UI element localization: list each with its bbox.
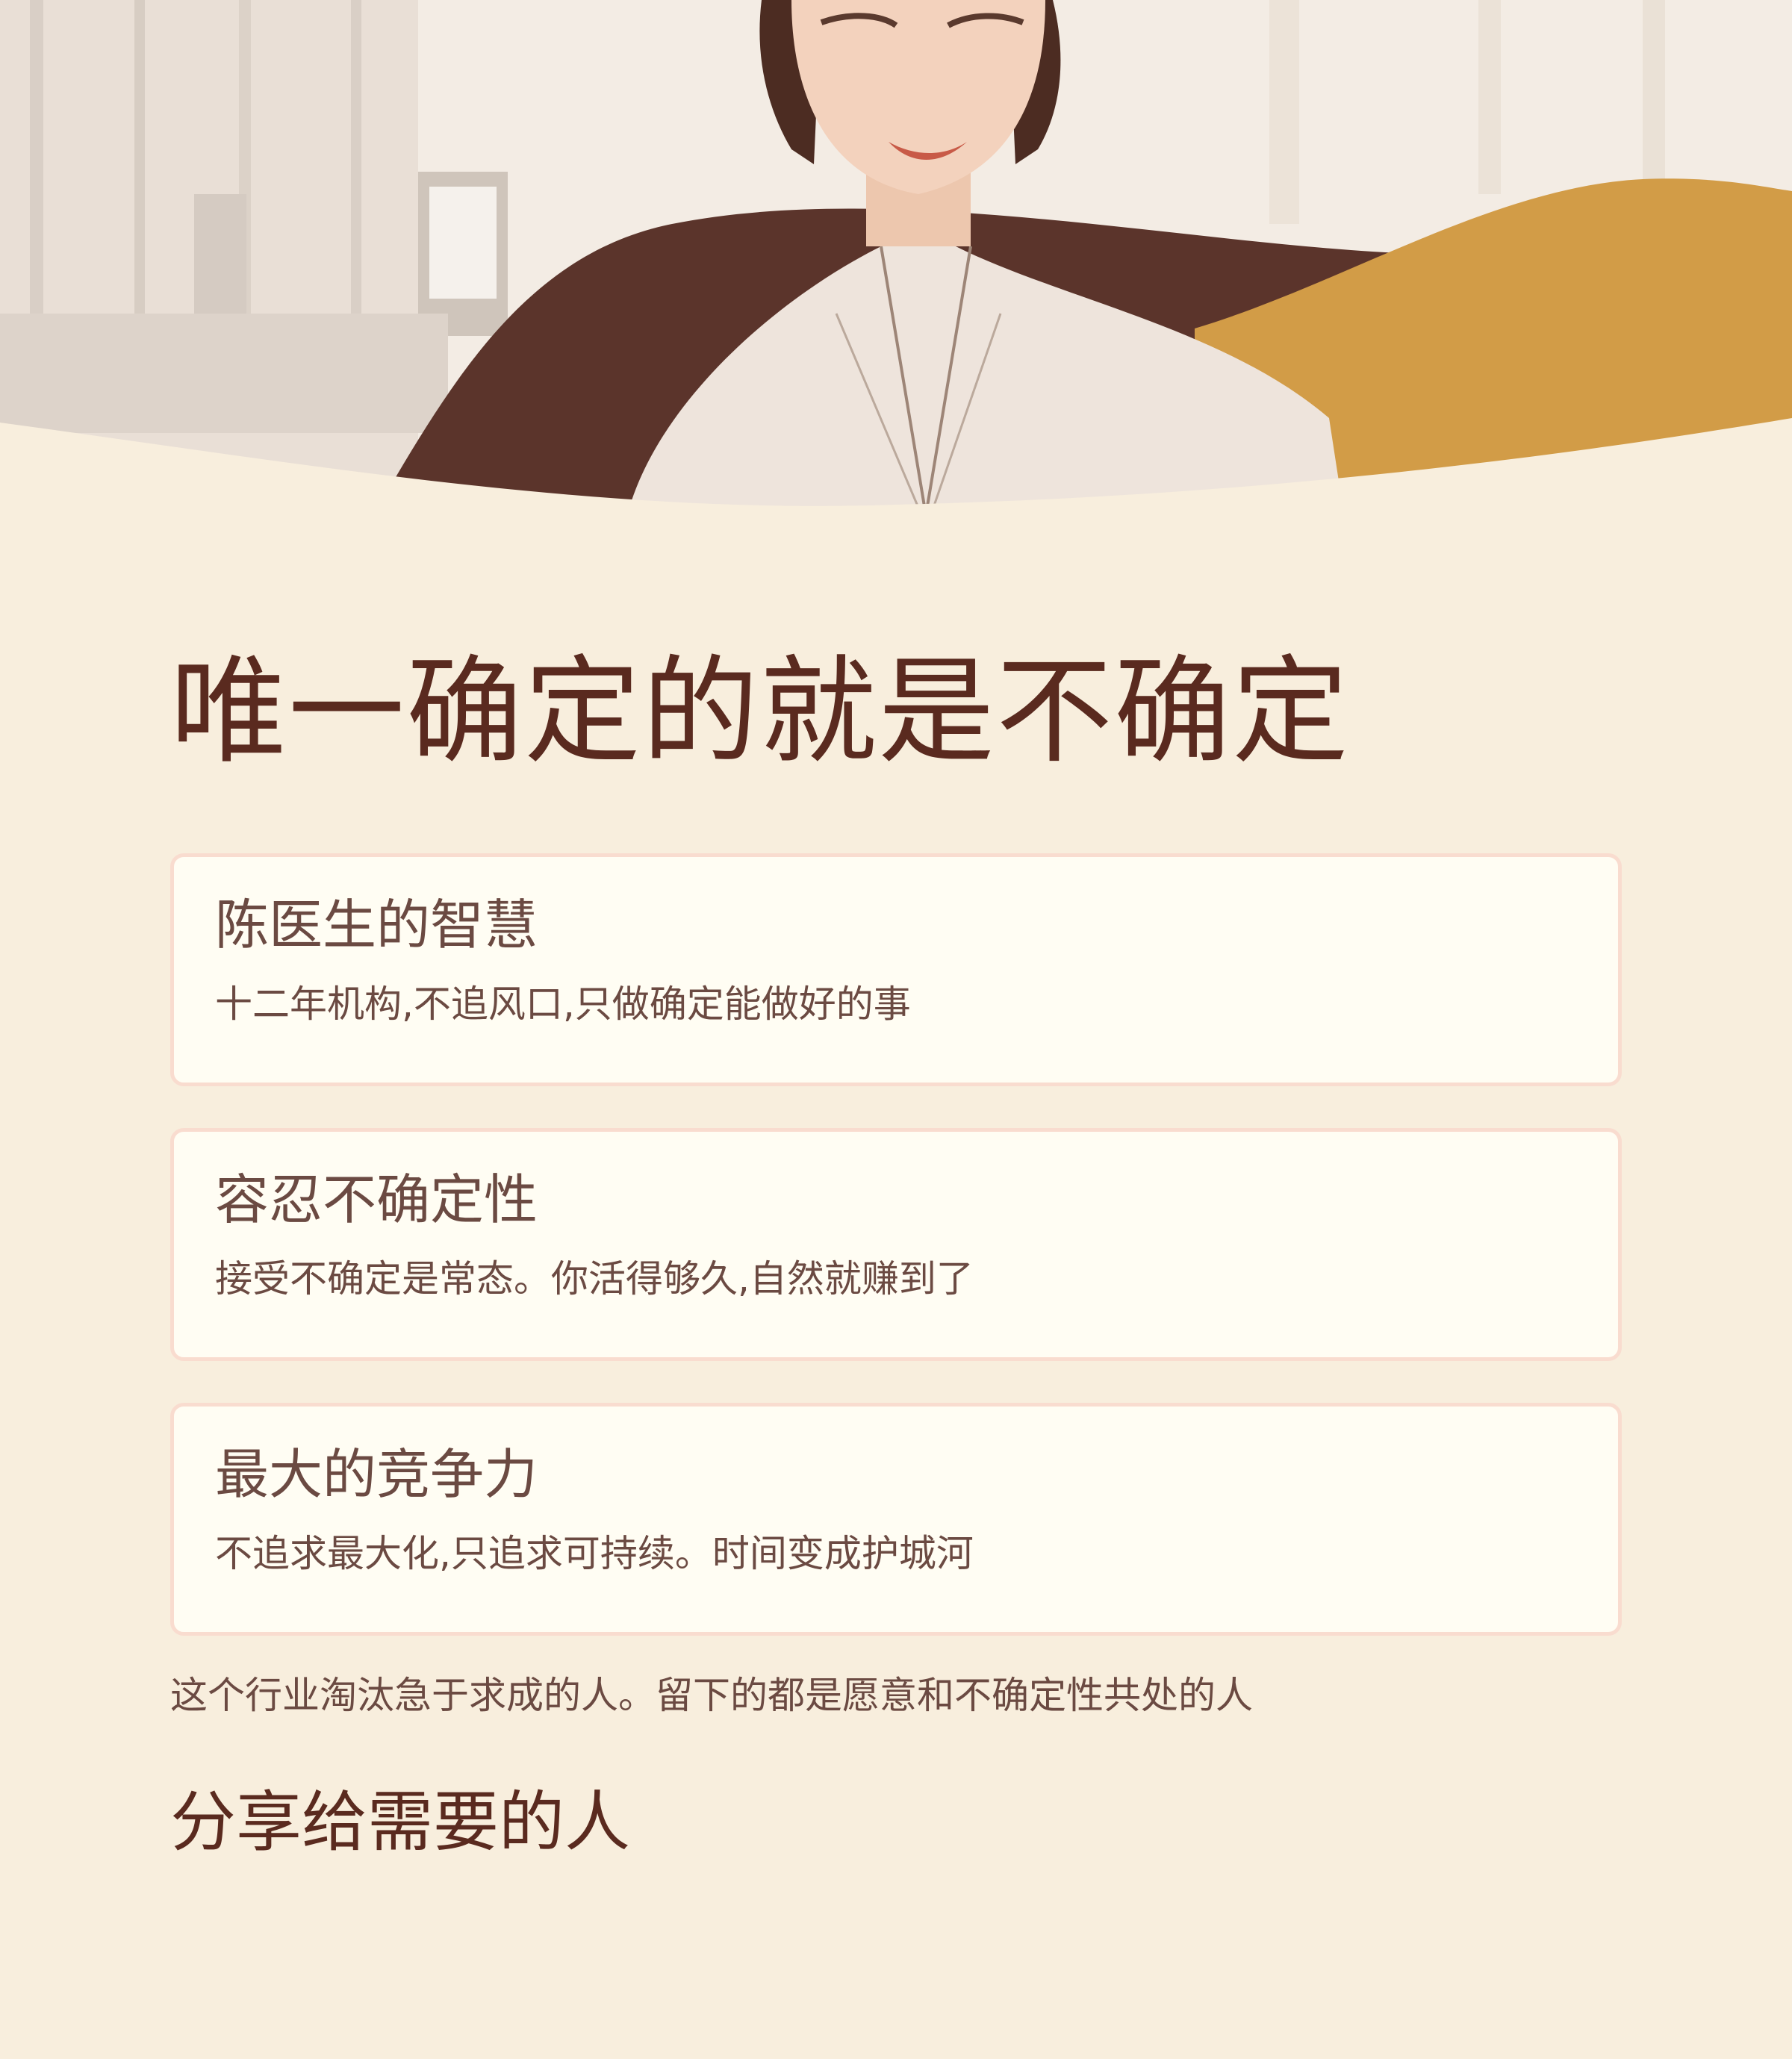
- card-list: 陈医生的智慧 十二年机构,不追风口,只做确定能做好的事 容忍不确定性 接受不确定…: [170, 853, 1622, 1636]
- hero-illustration: [0, 0, 1792, 515]
- card-competitiveness: 最大的竞争力 不追求最大化,只追求可持续。时间变成护城河: [170, 1403, 1622, 1636]
- card-title: 陈医生的智慧: [215, 894, 538, 957]
- card-tolerate-uncertainty: 容忍不确定性 接受不确定是常态。你活得够久,自然就赚到了: [170, 1128, 1622, 1362]
- doctor-portrait-illustration: [0, 0, 1792, 515]
- share-heading: 分享给需要的人: [170, 1784, 631, 1861]
- card-body: 接受不确定是常态。你活得够久,自然就赚到了: [215, 1256, 974, 1300]
- summary-text: 这个行业淘汰急于求成的人。留下的都是愿意和不确定性共处的人: [170, 1674, 1253, 1718]
- card-title: 最大的竞争力: [215, 1443, 538, 1507]
- content: 唯一确定的就是不确定 陈医生的智慧 十二年机构,不追风口,只做确定能做好的事 容…: [170, 642, 1622, 1862]
- card-body: 不追求最大化,只追求可持续。时间变成护城河: [215, 1531, 974, 1575]
- card-doctor-wisdom: 陈医生的智慧 十二年机构,不追风口,只做确定能做好的事: [170, 853, 1622, 1087]
- card-body: 十二年机构,不追风口,只做确定能做好的事: [215, 982, 911, 1026]
- page-title: 唯一确定的就是不确定: [170, 644, 1350, 779]
- card-title: 容忍不确定性: [215, 1168, 538, 1232]
